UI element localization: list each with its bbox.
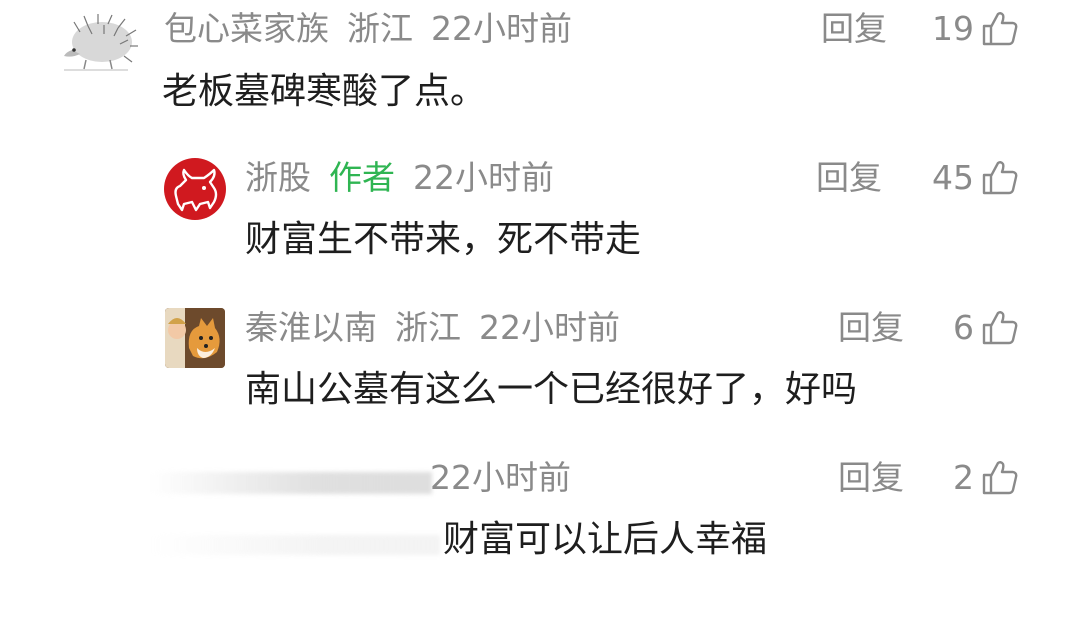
- thumbs-up-icon: [982, 12, 1018, 46]
- thumbs-up-icon: [982, 311, 1018, 345]
- reply-item: 秦淮以南 浙江 22小时前 回复 6 南山公墓有这么一个已经很好了，好吗: [0, 300, 1080, 430]
- hedgehog-icon: [64, 14, 138, 71]
- comment-text: 南山公墓有这么一个已经很好了，好吗: [245, 369, 858, 410]
- comment-meta: 秦淮以南 浙江 22小时前: [245, 308, 620, 348]
- like-count: 45: [932, 158, 974, 197]
- avatar[interactable]: [58, 12, 140, 74]
- like-button[interactable]: 6: [920, 308, 1020, 348]
- reply-button[interactable]: 回复: [816, 158, 882, 198]
- reply-button[interactable]: 回复: [838, 308, 904, 348]
- comment-text: 财富生不带来，死不带走: [245, 219, 642, 260]
- comment-text: 老板墓碑寒酸了点。: [162, 71, 487, 112]
- timestamp: 22小时前: [430, 458, 571, 497]
- timestamp: 22小时前: [479, 308, 620, 347]
- location: 浙江: [347, 9, 413, 48]
- reply-button[interactable]: 回复: [838, 458, 904, 498]
- comment-meta: 22小时前: [430, 458, 571, 498]
- username[interactable]: 包心菜家族: [164, 9, 329, 49]
- shiba-dog-icon: [165, 308, 225, 368]
- comment-item: 包心菜家族 浙江 22小时前 回复 19 老板墓碑寒酸了点。: [0, 0, 1080, 130]
- username[interactable]: 秦淮以南: [245, 308, 377, 348]
- thumbs-up-icon: [982, 461, 1018, 495]
- like-button[interactable]: 19: [920, 9, 1020, 49]
- avatar[interactable]: [165, 308, 225, 368]
- thumbs-up-icon: [982, 161, 1018, 195]
- timestamp: 22小时前: [413, 158, 554, 197]
- bull-logo-icon: [174, 168, 218, 212]
- like-button[interactable]: 2: [920, 458, 1020, 498]
- reply-button[interactable]: 回复: [821, 9, 887, 49]
- reply-item: 22小时前 回复 2 财富可以让后人幸福: [0, 450, 1080, 580]
- reply-item: 浙股 作者 22小时前 回复 45 财富生不带来，死不带走: [0, 150, 1080, 280]
- author-badge: 作者: [329, 158, 395, 197]
- comment-meta: 浙股 作者 22小时前: [245, 158, 554, 198]
- avatar[interactable]: [164, 158, 226, 220]
- comment-meta: 包心菜家族 浙江 22小时前: [164, 9, 572, 49]
- timestamp: 22小时前: [431, 9, 572, 48]
- like-count: 2: [953, 458, 974, 497]
- comment-thread: 包心菜家族 浙江 22小时前 回复 19 老板墓碑寒酸了点。 浙股 作者 22小时前 回…: [0, 0, 1080, 638]
- comment-text: 财富可以让后人幸福: [443, 519, 768, 560]
- location: 浙江: [395, 308, 461, 347]
- username[interactable]: 浙股: [245, 158, 311, 198]
- like-count: 19: [932, 9, 974, 48]
- like-count: 6: [953, 308, 974, 347]
- redacted-region: [150, 535, 440, 555]
- like-button[interactable]: 45: [920, 158, 1020, 198]
- redacted-region: [150, 472, 432, 494]
